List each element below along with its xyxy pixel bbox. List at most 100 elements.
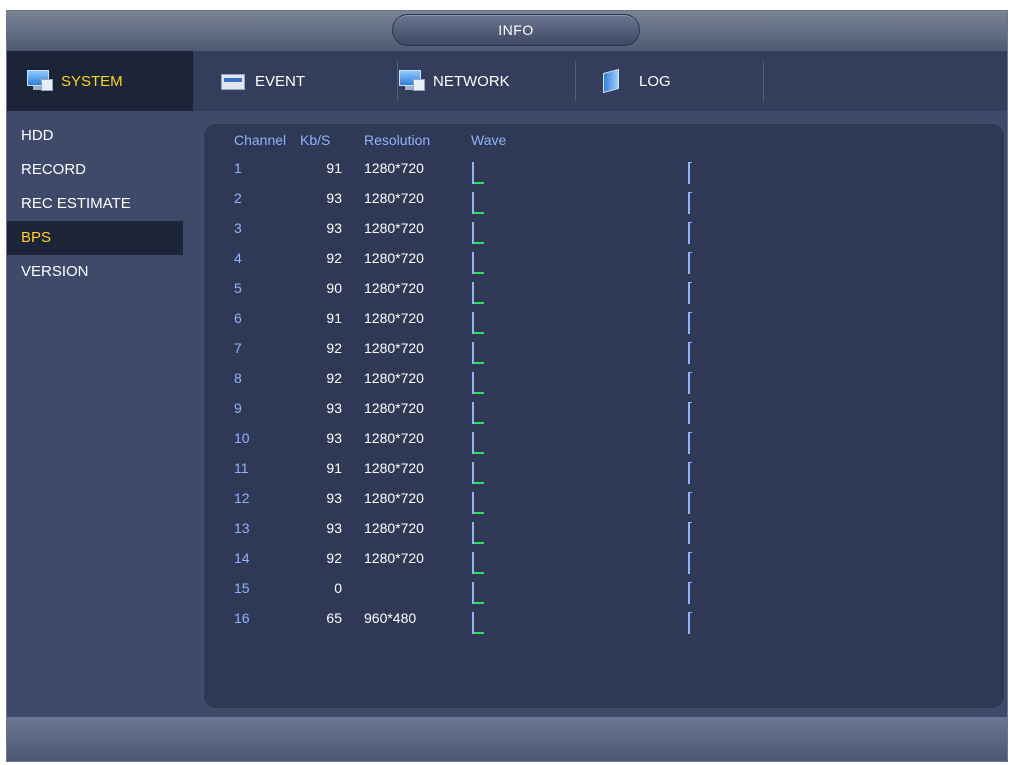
wave-scale-marker — [688, 612, 692, 634]
wave-scale-marker — [688, 222, 692, 244]
title-bar: INFO — [7, 11, 1007, 51]
sidebar-item-hdd[interactable]: HDD — [7, 119, 183, 153]
tab-network[interactable]: NETWORK — [399, 51, 510, 111]
resolution-cell: 1280*720 — [364, 160, 424, 176]
tab-bar: SYSTEM EVENT NETWORK LOG — [7, 51, 1007, 111]
wave-graph — [472, 462, 484, 484]
resolution-cell: 1280*720 — [364, 460, 424, 476]
table-row: 7 92 1280*720 — [204, 340, 1004, 370]
channel-cell: 3 — [234, 220, 242, 236]
kbs-cell: 91 — [326, 460, 342, 476]
col-kbs-header: Kb/S — [300, 132, 331, 148]
table-row: 1 91 1280*720 — [204, 160, 1004, 190]
channel-cell: 2 — [234, 190, 242, 206]
wave-scale-marker — [688, 342, 692, 364]
wave-scale-marker — [688, 492, 692, 514]
resolution-cell: 1280*720 — [364, 340, 424, 356]
kbs-cell: 92 — [326, 340, 342, 356]
tab-event[interactable]: EVENT — [221, 51, 305, 111]
tab-divider — [575, 61, 576, 101]
table-row: 2 93 1280*720 — [204, 190, 1004, 220]
table-row: 6 91 1280*720 — [204, 310, 1004, 340]
table-row: 4 92 1280*720 — [204, 250, 1004, 280]
monitor-icon — [27, 70, 53, 92]
kbs-cell: 93 — [326, 490, 342, 506]
channel-cell: 10 — [234, 430, 250, 446]
wave-graph — [472, 402, 484, 424]
kbs-cell: 90 — [326, 280, 342, 296]
wave-graph — [472, 252, 484, 274]
network-icon — [399, 70, 425, 92]
tab-divider — [397, 61, 398, 101]
channel-cell: 14 — [234, 550, 250, 566]
table-row: 13 93 1280*720 — [204, 520, 1004, 550]
wave-graph — [472, 312, 484, 334]
wave-graph — [472, 282, 484, 304]
log-icon — [599, 68, 625, 94]
table-row: 3 93 1280*720 — [204, 220, 1004, 250]
wave-scale-marker — [688, 372, 692, 394]
tab-label: NETWORK — [433, 72, 510, 90]
resolution-cell: 1280*720 — [364, 220, 424, 236]
kbs-cell: 93 — [326, 220, 342, 236]
bottom-bar — [7, 717, 1007, 761]
wave-graph — [472, 162, 484, 184]
kbs-cell: 93 — [326, 190, 342, 206]
kbs-cell: 92 — [326, 550, 342, 566]
kbs-cell: 93 — [326, 520, 342, 536]
channel-cell: 6 — [234, 310, 242, 326]
wave-graph — [472, 192, 484, 214]
tab-label: LOG — [639, 72, 671, 90]
sidebar-item-version[interactable]: VERSION — [7, 255, 183, 289]
kbs-cell: 91 — [326, 310, 342, 326]
wave-graph — [472, 552, 484, 574]
sidebar-item-rec-estimate[interactable]: REC ESTIMATE — [7, 187, 183, 221]
wave-scale-marker — [688, 252, 692, 274]
table-row: 12 93 1280*720 — [204, 490, 1004, 520]
channel-cell: 7 — [234, 340, 242, 356]
sidebar-item-bps[interactable]: BPS — [7, 221, 183, 255]
resolution-cell: 1280*720 — [364, 430, 424, 446]
kbs-cell: 92 — [326, 250, 342, 266]
tab-label: SYSTEM — [61, 72, 123, 90]
channel-cell: 12 — [234, 490, 250, 506]
table-row: 8 92 1280*720 — [204, 370, 1004, 400]
table-row: 16 65 960*480 — [204, 610, 1004, 640]
table-row: 10 93 1280*720 — [204, 430, 1004, 460]
wave-scale-marker — [688, 582, 692, 604]
table-row: 5 90 1280*720 — [204, 280, 1004, 310]
kbs-cell: 91 — [326, 160, 342, 176]
tab-system[interactable]: SYSTEM — [7, 51, 193, 111]
wave-scale-marker — [688, 192, 692, 214]
channel-cell: 13 — [234, 520, 250, 536]
sidebar-item-record[interactable]: RECORD — [7, 153, 183, 187]
resolution-cell: 1280*720 — [364, 490, 424, 506]
wave-scale-marker — [688, 162, 692, 184]
wave-scale-marker — [688, 522, 692, 544]
channel-cell: 16 — [234, 610, 250, 626]
tab-log[interactable]: LOG — [599, 51, 671, 111]
table-header: Channel Kb/S Resolution Wave — [204, 132, 1004, 162]
wave-graph — [472, 522, 484, 544]
kbs-cell: 0 — [334, 580, 342, 596]
kbs-cell: 65 — [326, 610, 342, 626]
table-row: 14 92 1280*720 — [204, 550, 1004, 580]
wave-graph — [472, 342, 484, 364]
table-row: 15 0 — [204, 580, 1004, 610]
channel-cell: 1 — [234, 160, 242, 176]
sidebar: HDD RECORD REC ESTIMATE BPS VERSION — [7, 111, 193, 717]
wave-graph — [472, 432, 484, 454]
event-icon — [221, 70, 247, 92]
resolution-cell: 1280*720 — [364, 550, 424, 566]
resolution-cell: 1280*720 — [364, 370, 424, 386]
kbs-cell: 92 — [326, 370, 342, 386]
channel-cell: 8 — [234, 370, 242, 386]
col-channel-header: Channel — [234, 132, 287, 148]
resolution-cell: 1280*720 — [364, 280, 424, 296]
resolution-cell: 1280*720 — [364, 310, 424, 326]
channel-cell: 11 — [234, 460, 249, 476]
info-window: INFO SYSTEM EVENT NETWORK LOG HDD RECORD… — [6, 10, 1008, 762]
resolution-cell: 960*480 — [364, 610, 417, 626]
wave-scale-marker — [688, 282, 692, 304]
tab-label: EVENT — [255, 72, 306, 90]
